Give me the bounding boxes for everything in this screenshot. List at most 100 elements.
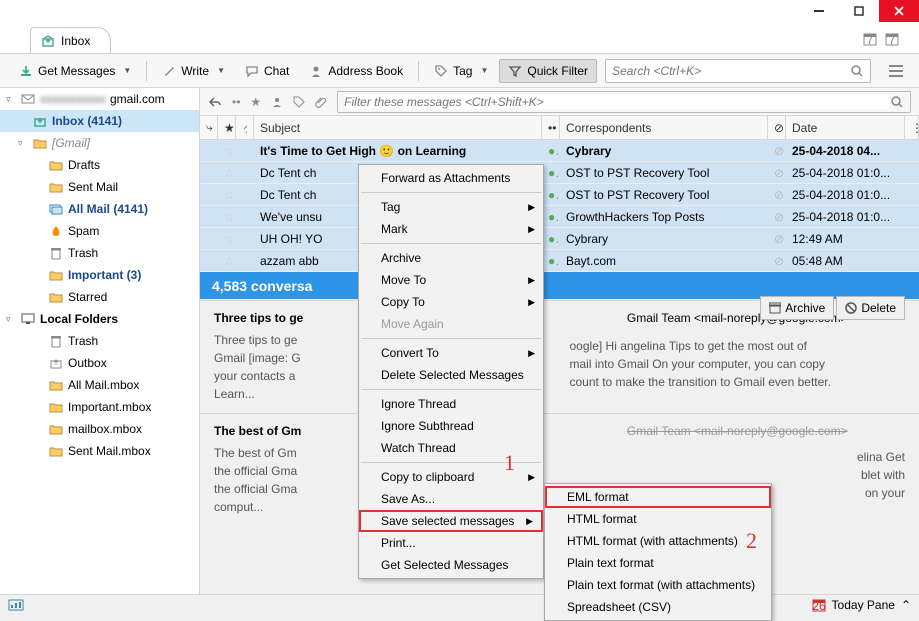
contact-filter-icon[interactable] xyxy=(271,96,283,108)
menu-item[interactable]: Spreadsheet (CSV) xyxy=(545,596,771,618)
menu-item[interactable]: Plain text format xyxy=(545,552,771,574)
maximize-button[interactable] xyxy=(839,0,879,22)
archive-button[interactable]: Archive xyxy=(760,296,834,320)
column-picker[interactable]: ⋮ xyxy=(905,116,919,139)
junk-icon[interactable]: ⊘ xyxy=(768,144,786,158)
menu-item[interactable]: Print... xyxy=(359,532,543,554)
menu-item[interactable]: HTML format xyxy=(545,508,771,530)
folder-row[interactable]: Sent Mail.mbox xyxy=(0,440,199,462)
menu-item[interactable]: Delete Selected Messages xyxy=(359,364,543,386)
menu-item[interactable]: Move To▶ xyxy=(359,269,543,291)
read-dot-icon[interactable]: ● xyxy=(542,188,560,202)
close-button[interactable] xyxy=(879,0,919,22)
search-input[interactable] xyxy=(612,64,850,78)
reply-icon[interactable] xyxy=(208,96,222,108)
read-dot-icon[interactable]: ● xyxy=(542,144,560,158)
junk-icon[interactable]: ⊘ xyxy=(768,210,786,224)
tab-inbox[interactable]: Inbox xyxy=(30,27,111,53)
menu-item[interactable]: Ignore Subthread xyxy=(359,415,543,437)
folder-row[interactable]: mailbox.mbox xyxy=(0,418,199,440)
read-dot-icon[interactable]: ● xyxy=(542,210,560,224)
folder-row[interactable]: Drafts xyxy=(0,154,199,176)
today-pane-label[interactable]: Today Pane xyxy=(832,598,895,612)
folder-row[interactable]: ▿[Gmail] xyxy=(0,132,199,154)
menu-item[interactable]: Mark▶ xyxy=(359,218,543,240)
star-icon[interactable]: ☆ xyxy=(218,166,236,180)
filter-input[interactable] xyxy=(337,91,911,113)
date-column[interactable]: Date xyxy=(786,116,905,139)
junk-icon[interactable]: ⊘ xyxy=(768,232,786,246)
menu-item[interactable]: Copy to clipboard▶ xyxy=(359,466,543,488)
folder-row[interactable]: Spam xyxy=(0,220,199,242)
menu-item[interactable]: Save selected messages▶ xyxy=(359,510,543,532)
account-row[interactable]: ▿ xxxxxxxxxxx gmail.com xyxy=(0,88,199,110)
read-dot-icon[interactable]: ● xyxy=(542,254,560,268)
folder-row[interactable]: All Mail.mbox xyxy=(0,374,199,396)
attachment-filter-icon[interactable] xyxy=(315,96,327,108)
attachment-column[interactable] xyxy=(236,116,254,139)
calendar-status-icon[interactable]: 26 xyxy=(812,598,826,612)
folder-row[interactable]: Important (3) xyxy=(0,264,199,286)
folder-row[interactable]: Trash xyxy=(0,330,199,352)
quick-filter-button[interactable]: Quick Filter xyxy=(499,59,597,83)
menu-item[interactable]: Archive xyxy=(359,247,543,269)
message-row[interactable]: ☆ Dc Tent ch ● OST to PST Recovery Tool … xyxy=(200,162,919,184)
folder-row[interactable]: Outbox xyxy=(0,352,199,374)
menu-item[interactable]: Move Again xyxy=(359,313,543,335)
calendar-small-icon[interactable]: 7 xyxy=(863,32,877,46)
star-filter-icon[interactable]: ★ xyxy=(250,95,261,109)
message-row[interactable]: ☆ It's Time to Get High 🙂 on Learning ● … xyxy=(200,140,919,162)
menu-item[interactable]: Convert To▶ xyxy=(359,342,543,364)
delete-button[interactable]: Delete xyxy=(836,296,905,320)
write-button[interactable]: Write ▼ xyxy=(153,59,234,83)
junk-icon[interactable]: ⊘ xyxy=(768,254,786,268)
junk-column[interactable]: ⊘ xyxy=(768,116,786,139)
subject-column[interactable]: Subject xyxy=(254,116,542,139)
menu-item[interactable]: Get Selected Messages xyxy=(359,554,543,576)
folder-row[interactable]: All Mail (4141) xyxy=(0,198,199,220)
menu-item[interactable]: Watch Thread xyxy=(359,437,543,459)
folder-row[interactable]: Trash xyxy=(0,242,199,264)
menu-item[interactable]: Forward as Attachments xyxy=(359,167,543,189)
calendar-small-icon-2[interactable]: 7 xyxy=(885,32,899,46)
menu-button[interactable] xyxy=(883,59,909,83)
correspondents-column[interactable]: Correspondents xyxy=(560,116,768,139)
star-icon[interactable]: ☆ xyxy=(218,144,236,158)
menu-item[interactable]: Plain text format (with attachments) xyxy=(545,574,771,596)
read-column[interactable]: •• xyxy=(542,116,560,139)
star-icon[interactable]: ☆ xyxy=(218,232,236,246)
chevron-up-icon[interactable]: ⌃ xyxy=(901,598,911,612)
activity-icon[interactable] xyxy=(8,599,24,611)
read-dot-icon[interactable]: ● xyxy=(542,166,560,180)
menu-item[interactable]: Ignore Thread xyxy=(359,393,543,415)
message-row[interactable]: ☆ We've unsu ● GrowthHackers Top Posts ⊘… xyxy=(200,206,919,228)
menu-item[interactable]: Save As... xyxy=(359,488,543,510)
get-messages-button[interactable]: Get Messages ▼ xyxy=(10,59,140,83)
menu-item[interactable]: HTML format (with attachments) xyxy=(545,530,771,552)
menu-item[interactable]: Tag▶ xyxy=(359,196,543,218)
minimize-button[interactable] xyxy=(799,0,839,22)
message-row[interactable]: ☆ UH OH! YO ● Cybrary ⊘ 12:49 AM xyxy=(200,228,919,250)
folder-row[interactable]: Starred xyxy=(0,286,199,308)
folder-row[interactable]: Important.mbox xyxy=(0,396,199,418)
star-icon[interactable]: ☆ xyxy=(218,254,236,268)
search-box[interactable] xyxy=(605,59,871,83)
local-folders-header[interactable]: ▿ Local Folders xyxy=(0,308,199,330)
star-icon[interactable]: ☆ xyxy=(218,210,236,224)
unread-filter-icon[interactable]: •• xyxy=(232,95,240,109)
tag-button[interactable]: Tag ▼ xyxy=(425,59,497,83)
message-row[interactable]: ☆ azzam abb ● Bayt.com ⊘ 05:48 AM xyxy=(200,250,919,272)
star-column[interactable]: ★ xyxy=(218,116,236,139)
folder-row[interactable]: Inbox (4141) xyxy=(0,110,199,132)
read-dot-icon[interactable]: ● xyxy=(542,232,560,246)
star-icon[interactable]: ☆ xyxy=(218,188,236,202)
address-book-button[interactable]: Address Book xyxy=(300,59,412,83)
chat-button[interactable]: Chat xyxy=(236,59,298,83)
filter-text-input[interactable] xyxy=(344,95,890,109)
message-row[interactable]: ☆ Dc Tent ch ● OST to PST Recovery Tool … xyxy=(200,184,919,206)
folder-row[interactable]: Sent Mail xyxy=(0,176,199,198)
thread-column[interactable]: ⤷ xyxy=(200,116,218,139)
junk-icon[interactable]: ⊘ xyxy=(768,188,786,202)
menu-item[interactable]: Copy To▶ xyxy=(359,291,543,313)
junk-icon[interactable]: ⊘ xyxy=(768,166,786,180)
